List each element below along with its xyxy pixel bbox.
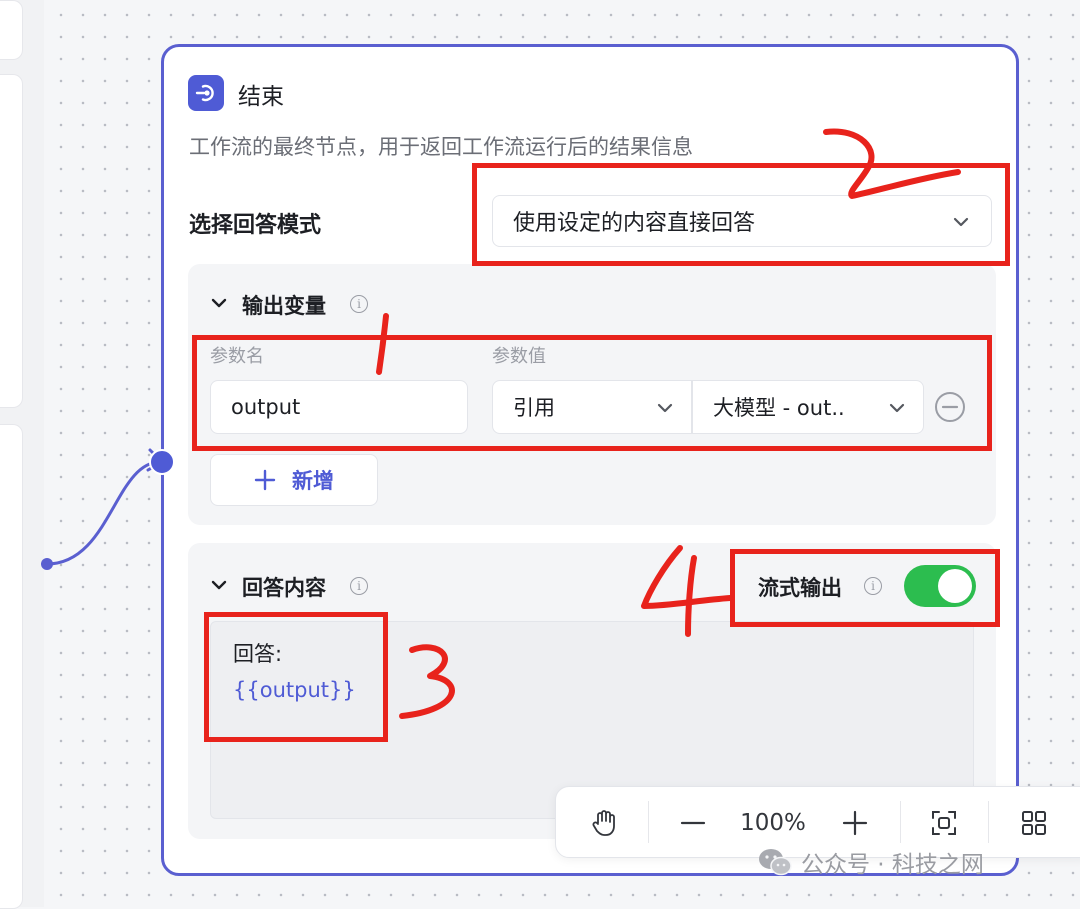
- grid-icon: [1022, 811, 1046, 835]
- plus-icon: [842, 810, 868, 836]
- wechat-icon: [759, 849, 792, 876]
- input-handle[interactable]: [149, 449, 175, 475]
- minimap-button[interactable]: [1008, 787, 1060, 859]
- zoom-out-button[interactable]: [668, 787, 718, 859]
- toolbar-separator: [900, 801, 901, 843]
- toolbar-separator: [988, 801, 989, 843]
- hand-tool-button[interactable]: [578, 787, 630, 859]
- toolbar-separator: [648, 801, 649, 843]
- watermark: 公众号 · 科技之网: [757, 845, 984, 879]
- watermark-text: 公众号 · 科技之网: [801, 852, 984, 878]
- fit-view-icon: [932, 811, 956, 835]
- hand-icon: [592, 810, 615, 836]
- minus-icon: [680, 821, 706, 825]
